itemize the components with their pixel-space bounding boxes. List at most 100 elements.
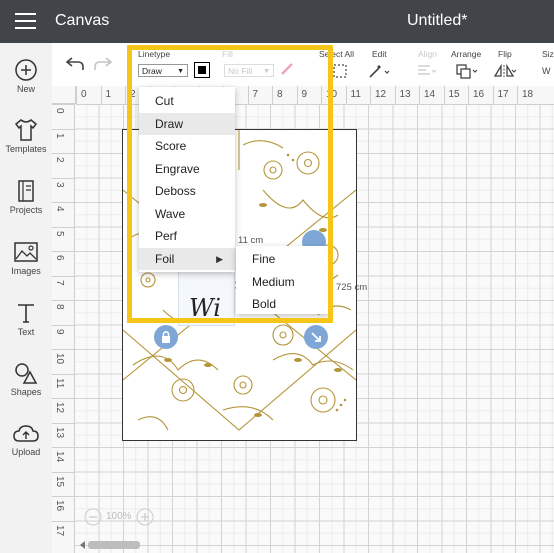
shirt-icon <box>14 119 38 141</box>
menu-item-deboss[interactable]: Deboss <box>139 180 235 203</box>
linetype-value: Draw <box>142 66 162 76</box>
zoom-control: 100% <box>82 506 156 528</box>
sidebar-item-projects[interactable]: Projects <box>0 179 52 215</box>
scroll-left-arrow-icon[interactable] <box>80 541 85 549</box>
sidebar-item-upload[interactable]: Upload <box>0 423 52 457</box>
ruler-top-tick: 16 <box>468 86 493 104</box>
ruler-top-tick: 8 <box>272 86 297 104</box>
sidebar-item-new[interactable]: New <box>0 58 52 94</box>
ruler-left-tick: 2 <box>52 153 74 178</box>
select-all-label: Select All <box>319 49 354 59</box>
select-all-icon[interactable] <box>332 63 348 79</box>
arrange-icon[interactable] <box>455 63 479 79</box>
ruler-left-tick-label: 12 <box>54 402 65 414</box>
linetype-label: Linetype <box>138 49 171 59</box>
ruler-left-tick: 3 <box>52 177 74 203</box>
sidebar-item-label: Templates <box>5 144 47 154</box>
scale-handle[interactable] <box>304 325 328 349</box>
image-icon <box>14 242 38 262</box>
ruler-left-tick-label: 11 <box>54 377 65 388</box>
document-title[interactable]: Untitled* <box>407 12 467 30</box>
ruler-top-tick: 15 <box>443 86 469 104</box>
ruler-top-tick: 1 <box>100 86 126 104</box>
ruler-left-tick-label: 10 <box>54 353 65 365</box>
menu-item-score[interactable]: Score <box>139 135 235 158</box>
sidebar-item-images[interactable]: Images <box>0 240 52 276</box>
sidebar-item-label: Images <box>11 266 41 276</box>
ruler-left-tick-label: 15 <box>54 475 65 487</box>
zoom-out-icon[interactable] <box>84 508 102 526</box>
ruler-top-tick: 12 <box>370 86 395 104</box>
ruler-left-tick-label: 9 <box>54 328 65 335</box>
zoom-level: 100% <box>106 511 132 522</box>
fill-select[interactable]: No Fill ▼ <box>224 64 274 77</box>
ruler-left-tick: 9 <box>52 324 74 350</box>
sidebar-item-templates[interactable]: Templates <box>0 118 52 154</box>
ruler-top-tick: 0 <box>76 86 101 104</box>
menu-item-draw[interactable]: Draw <box>139 112 235 135</box>
scale-arrow-icon <box>311 332 321 342</box>
ruler-left: 0 1 2 3 4 5 6 7 8 9 10 11 12 13 14 15 16 17 <box>52 104 75 553</box>
text-t-icon <box>18 304 34 323</box>
card-script-text: Wi <box>189 294 221 322</box>
undo-icon[interactable] <box>66 57 84 71</box>
menu-item-foil-label: Foil <box>155 251 175 266</box>
edit-wand-icon[interactable] <box>368 63 390 79</box>
ruler-left-tick-label: 1 <box>54 132 65 139</box>
menu-item-cut[interactable]: Cut <box>139 90 235 113</box>
fill-label: Fill <box>222 49 233 59</box>
ruler-top-tick: 18 <box>517 86 542 104</box>
menu-item-perf[interactable]: Perf <box>139 225 235 248</box>
redo-icon[interactable] <box>94 57 112 71</box>
ruler-top-tick: 14 <box>419 86 444 104</box>
lock-handle[interactable] <box>154 325 178 349</box>
ruler-left-tick-label: 5 <box>54 230 65 237</box>
ruler-top-tick: 10 <box>321 86 346 104</box>
sidebar-item-label: Upload <box>11 447 41 457</box>
chevron-right-icon: ▶ <box>216 253 223 264</box>
sidebar-item-label: Text <box>17 327 35 337</box>
submenu-item-bold[interactable]: Bold <box>236 293 330 316</box>
size-width-label: W <box>542 66 551 76</box>
align-label: Align <box>418 49 437 59</box>
ruler-left-tick-label: 7 <box>54 279 65 286</box>
arrange-label: Arrange <box>451 49 482 59</box>
linetype-select[interactable]: Draw ▼ <box>138 64 188 77</box>
height-dimension-label: 725 cm <box>336 282 368 293</box>
ruler-left-tick: 14 <box>52 447 74 472</box>
zoom-in-icon[interactable] <box>136 508 154 526</box>
ruler-left-tick: 10 <box>52 349 74 374</box>
fill-value: No Fill <box>228 66 253 76</box>
flip-icon[interactable] <box>493 63 517 79</box>
cloud-upload-icon <box>13 425 39 442</box>
plus-circle-icon <box>15 59 37 81</box>
ruler-left-tick-label: 6 <box>54 255 65 261</box>
submenu-item-medium[interactable]: Medium <box>236 271 330 294</box>
lock-icon <box>162 331 170 343</box>
sidebar: New Templates Projects Images Text Shape… <box>0 43 53 553</box>
ruler-top-tick: 13 <box>394 86 420 104</box>
menu-item-foil[interactable]: Foil ▶ <box>139 247 235 270</box>
submenu-item-fine[interactable]: Fine <box>236 248 330 271</box>
menu-item-wave[interactable]: Wave <box>139 203 235 226</box>
menu-item-engrave[interactable]: Engrave <box>139 158 235 181</box>
ruler-left-tick: 16 <box>52 496 74 521</box>
flip-label: Flip <box>498 49 512 59</box>
align-icon[interactable] <box>416 64 438 78</box>
hamburger-menu-icon[interactable] <box>15 13 36 29</box>
fill-pen-icon <box>281 63 293 75</box>
ruler-left-tick-label: 13 <box>54 426 65 438</box>
book-icon <box>18 180 34 202</box>
ruler-top-tick: 17 <box>492 86 518 104</box>
horizontal-scrollbar[interactable] <box>88 541 140 549</box>
sidebar-item-label: Projects <box>9 205 43 215</box>
ruler-left-tick-label: 14 <box>54 451 65 463</box>
ruler-left-tick-label: 8 <box>54 304 65 310</box>
ruler-top-tick: 7 <box>247 86 273 104</box>
shapes-icon <box>15 363 38 384</box>
sidebar-item-text[interactable]: Text <box>0 301 52 337</box>
ruler-left-tick: 13 <box>52 422 74 448</box>
linetype-color-swatch[interactable] <box>194 62 210 78</box>
size-label: Size <box>542 49 554 59</box>
sidebar-item-shapes[interactable]: Shapes <box>0 361 52 397</box>
